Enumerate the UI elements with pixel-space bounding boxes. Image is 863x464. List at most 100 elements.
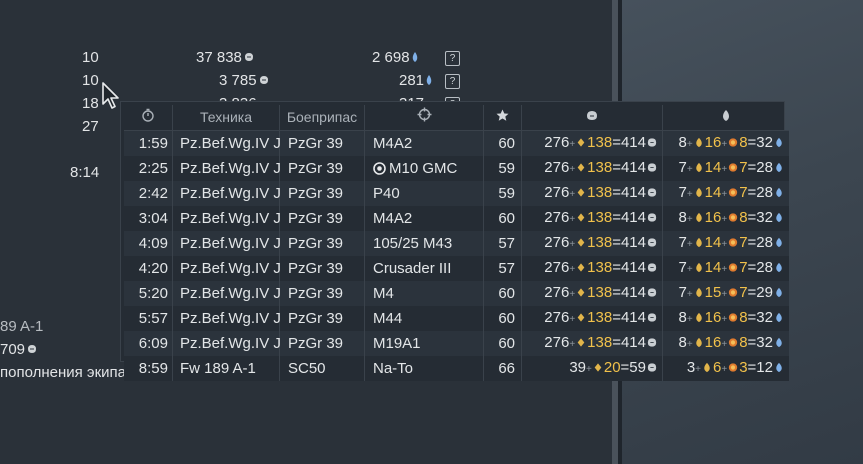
silver-total: =414: [612, 184, 646, 201]
research-base: 7: [678, 234, 687, 251]
table-row: 3:04 Pz.Bef.Wg.IV J PzGr 39 M4A2 60 276+ 138=4…: [124, 206, 789, 231]
target-vehicle: M19A1: [373, 335, 421, 352]
research-base: 7: [678, 284, 687, 301]
research-reward: 7+ 14+ 7=28: [662, 231, 789, 256]
stat-rp: 2 698: [372, 49, 419, 67]
score-value: 60: [483, 130, 522, 156]
score-value: 60: [483, 331, 522, 356]
silver-total-fragment: 709: [0, 341, 38, 359]
ammo-column-header: Боеприпас: [279, 105, 365, 131]
silver-premium-bonus: 138: [587, 334, 613, 351]
silver-total: =414: [612, 159, 646, 176]
kill-time: 8:59: [124, 356, 173, 381]
research-reward: 8+ 16+ 8=32: [662, 306, 789, 331]
silver-base: 276: [544, 209, 570, 226]
player-vehicle: Pz.Bef.Wg.IV J: [172, 156, 281, 181]
silver-premium-bonus: 20: [603, 359, 621, 376]
premium-drop-icon: [695, 287, 702, 298]
research-booster-bonus: 8: [739, 209, 748, 226]
silver-base: 39: [569, 359, 587, 376]
research-base: 7: [678, 184, 687, 201]
target-vehicle: M44: [373, 310, 403, 327]
score-value: 57: [483, 256, 522, 281]
research-premium-bonus: 14: [704, 184, 722, 201]
premium-drop-icon: [704, 362, 710, 373]
premium-lion-icon: [577, 238, 585, 247]
research-drop-icon: [776, 312, 782, 323]
help-button[interactable]: ?: [445, 51, 460, 66]
research-total: =28: [747, 159, 773, 176]
target-cell: Na-To: [364, 356, 484, 381]
ammo-used: PzGr 39: [279, 281, 365, 306]
silver-base: 276: [544, 234, 570, 251]
ammo-used: PzGr 39: [279, 231, 365, 256]
lion-icon: [647, 138, 657, 147]
kill-time: 4:20: [124, 256, 173, 281]
silver-base: 276: [544, 159, 570, 176]
research-reward: 7+ 14+ 7=28: [662, 181, 789, 206]
silver-reward: 276+ 138=414: [521, 130, 663, 156]
premium-boost-icon: [729, 263, 738, 272]
score-value: 60: [483, 306, 522, 331]
vehicle-name-fragment: 89 A-1: [0, 318, 44, 335]
silver-base: 276: [544, 309, 570, 326]
lion-icon: [28, 345, 37, 353]
player-vehicle: Pz.Bef.Wg.IV J: [172, 306, 281, 331]
lion-icon: [647, 363, 657, 372]
research-booster-bonus: 3: [739, 359, 748, 376]
premium-lion-icon: [577, 213, 585, 222]
premium-lion-icon: [577, 338, 585, 347]
silver-base: 276: [544, 259, 570, 276]
research-total: =28: [747, 259, 773, 276]
silver-base: 276: [544, 134, 570, 151]
premium-lion-icon: [577, 163, 585, 172]
table-row: 2:25 Pz.Bef.Wg.IV J PzGr 39 M10 GMC 59 276+ 13…: [124, 156, 789, 181]
research-booster-bonus: 8: [739, 134, 748, 151]
premium-boost-icon: [729, 363, 738, 372]
research-premium-bonus: 14: [704, 259, 722, 276]
lion-icon: [647, 338, 657, 347]
premium-boost-icon: [729, 313, 738, 322]
silver-reward: 276+ 138=414: [521, 231, 663, 256]
silver-total: =414: [612, 134, 646, 151]
kills-detail-tooltip: Техника Боеприпас 1:59 Pz.Bef.Wg.IV J PzGr…: [120, 101, 789, 381]
research-base: 7: [678, 259, 687, 276]
kill-time: 1:59: [124, 130, 173, 156]
premium-drop-icon: [695, 212, 702, 223]
research-booster-bonus: 8: [739, 334, 748, 351]
research-total: =32: [747, 334, 773, 351]
silver-premium-bonus: 138: [587, 184, 613, 201]
premium-lion-icon: [577, 138, 585, 147]
help-button[interactable]: ?: [445, 74, 460, 89]
cursor-arrow-icon: [102, 82, 119, 109]
research-total: =12: [747, 359, 773, 376]
premium-boost-icon: [729, 138, 738, 147]
target-cell: M4A2: [364, 206, 484, 231]
target-cell: M19A1: [364, 331, 484, 356]
research-total: =29: [747, 284, 773, 301]
target-cell: 105/25 M43: [364, 231, 484, 256]
silver-total: =414: [612, 209, 646, 226]
ammo-used: PzGr 39: [279, 206, 365, 231]
silver-column-header: [521, 105, 663, 131]
target-vehicle: M10 GMC: [389, 160, 458, 177]
kill-time: 6:09: [124, 331, 173, 356]
lion-icon: [647, 163, 657, 172]
player-vehicle: Pz.Bef.Wg.IV J: [172, 281, 281, 306]
silver-base: 276: [544, 334, 570, 351]
silver-reward: 39+ 20=59: [521, 356, 663, 381]
premium-drop-icon: [695, 237, 702, 248]
premium-boost-icon: [729, 338, 738, 347]
player-vehicle: Pz.Bef.Wg.IV J: [172, 130, 281, 156]
table-row: 1:59 Pz.Bef.Wg.IV J PzGr 39 M4A2 60 276+ 138=4…: [124, 130, 789, 156]
silver-reward: 276+ 138=414: [521, 156, 663, 181]
silver-premium-bonus: 138: [587, 284, 613, 301]
silver-reward: 276+ 138=414: [521, 181, 663, 206]
stat-count: 27: [82, 118, 99, 135]
research-drop-icon: [776, 237, 782, 248]
star-icon: [496, 109, 509, 121]
time-column-header: [124, 105, 173, 131]
research-drop-icon: [776, 162, 782, 173]
premium-lion-icon: [577, 263, 585, 272]
score-value: 59: [483, 156, 522, 181]
